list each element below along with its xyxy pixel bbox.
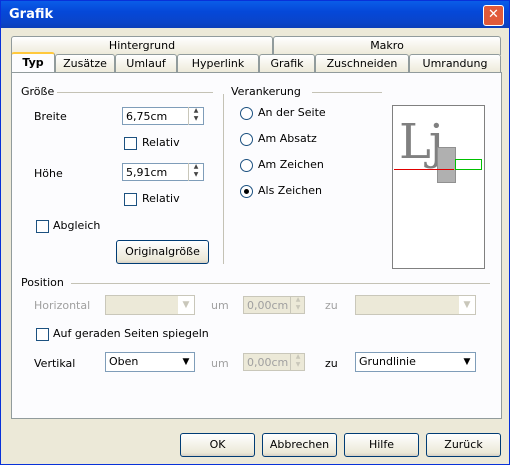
relativ2-checkbox[interactable] <box>124 193 137 206</box>
preview-frame-box <box>437 147 456 183</box>
originalgroesse-button[interactable]: Originalgröße <box>116 240 209 264</box>
tab-hyperlink[interactable]: Hyperlink <box>177 54 259 73</box>
hoehe-value: 5,91cm <box>126 166 168 179</box>
groesse-label: Größe <box>21 85 55 98</box>
spiegeln-label: Auf geraden Seiten spiegeln <box>53 327 209 340</box>
spin-down-icon[interactable]: ▼ <box>189 115 203 123</box>
spin-down-icon[interactable]: ▼ <box>189 171 203 179</box>
chevron-down-icon[interactable]: ▼ <box>459 353 475 371</box>
anchor-preview: Lj <box>392 105 485 269</box>
um1-spinner[interactable]: ▲ ▼ <box>290 296 305 314</box>
horizontal-label: Horizontal <box>34 299 91 312</box>
option-am-zeichen: Am Zeichen <box>258 158 324 171</box>
abgleich-checkbox[interactable] <box>36 220 49 233</box>
group-separator <box>223 94 224 264</box>
radio-an-der-seite[interactable] <box>240 107 253 120</box>
option-am-absatz: Am Absatz <box>258 132 317 145</box>
help-button[interactable]: Hilfe <box>344 433 419 457</box>
relativ2-label: Relativ <box>142 192 180 205</box>
spin-up-icon[interactable]: ▲ <box>291 296 305 304</box>
position-divider <box>71 283 490 284</box>
radio-als-zeichen[interactable] <box>240 185 253 198</box>
verankerung-divider <box>312 92 382 93</box>
horizontal-combo[interactable]: ▼ <box>105 295 195 315</box>
verankerung-label: Verankerung <box>231 85 301 98</box>
ok-button[interactable]: OK <box>180 433 255 457</box>
spin-down-icon[interactable]: ▼ <box>291 304 305 312</box>
chevron-down-icon[interactable]: ▼ <box>178 296 194 314</box>
tab-zuschneiden[interactable]: Zuschneiden <box>315 54 409 73</box>
zu1-label: zu <box>325 299 338 312</box>
breite-value: 6,75cm <box>126 110 168 123</box>
zu1-combo[interactable]: ▼ <box>355 295 476 315</box>
option-an-der-seite: An der Seite <box>258 106 326 119</box>
option-als-zeichen: Als Zeichen <box>258 184 322 197</box>
close-icon: ✕ <box>488 7 499 22</box>
abgleich-label: Abgleich <box>53 219 101 232</box>
tab-typ[interactable]: Typ <box>11 52 55 74</box>
vertikal-combo[interactable]: Oben ▼ <box>105 352 195 372</box>
um1-label: um <box>211 299 229 312</box>
spin-up-icon[interactable]: ▲ <box>189 163 203 171</box>
groesse-divider <box>57 92 213 93</box>
relativ1-checkbox[interactable] <box>124 137 137 150</box>
back-button[interactable]: Zurück <box>426 433 501 457</box>
um2-label: um <box>211 357 229 370</box>
preview-letters: Lj <box>399 114 444 170</box>
tab-umrandung[interactable]: Umrandung <box>409 54 501 73</box>
zu2-combo[interactable]: Grundlinie ▼ <box>355 352 476 372</box>
cancel-button[interactable]: Abbrechen <box>262 433 337 457</box>
spiegeln-checkbox[interactable] <box>36 328 49 341</box>
breite-spinner[interactable]: ▲ ▼ <box>188 107 203 125</box>
relativ1-label: Relativ <box>142 136 180 149</box>
tab-makro[interactable]: Makro <box>273 36 501 55</box>
position-label: Position <box>21 276 64 289</box>
zu2-label: zu <box>325 357 338 370</box>
breite-label: Breite <box>34 110 67 123</box>
close-button[interactable]: ✕ <box>483 5 504 26</box>
um1-value: 0,00cm <box>247 299 289 312</box>
vertikal-label: Vertikal <box>34 357 76 370</box>
tab-grafik[interactable]: Grafik <box>259 54 315 73</box>
spin-down-icon[interactable]: ▼ <box>291 361 305 369</box>
spin-up-icon[interactable]: ▲ <box>291 353 305 361</box>
vertikal-value: Oben <box>109 355 139 368</box>
window-title: Grafik <box>9 7 54 22</box>
spin-up-icon[interactable]: ▲ <box>189 107 203 115</box>
tab-zusaetze[interactable]: Zusätze <box>55 54 115 73</box>
chevron-down-icon[interactable]: ▼ <box>178 353 194 371</box>
zu2-value: Grundlinie <box>359 355 416 368</box>
preview-anchor-marker <box>455 159 482 170</box>
hoehe-spinner[interactable]: ▲ ▼ <box>188 163 203 181</box>
chevron-down-icon[interactable]: ▼ <box>459 296 475 314</box>
radio-am-absatz[interactable] <box>240 133 253 146</box>
hoehe-label: Höhe <box>34 167 63 180</box>
tab-umlauf[interactable]: Umlauf <box>115 54 177 73</box>
radio-am-zeichen[interactable] <box>240 159 253 172</box>
dialog-window: Grafik ✕ Hintergrund Makro Typ Zusätze U… <box>0 0 510 465</box>
preview-baseline <box>394 169 454 170</box>
um2-value: 0,00cm <box>247 356 289 369</box>
um2-spinner[interactable]: ▲ ▼ <box>290 353 305 371</box>
title-bar[interactable]: Grafik ✕ <box>1 1 509 28</box>
